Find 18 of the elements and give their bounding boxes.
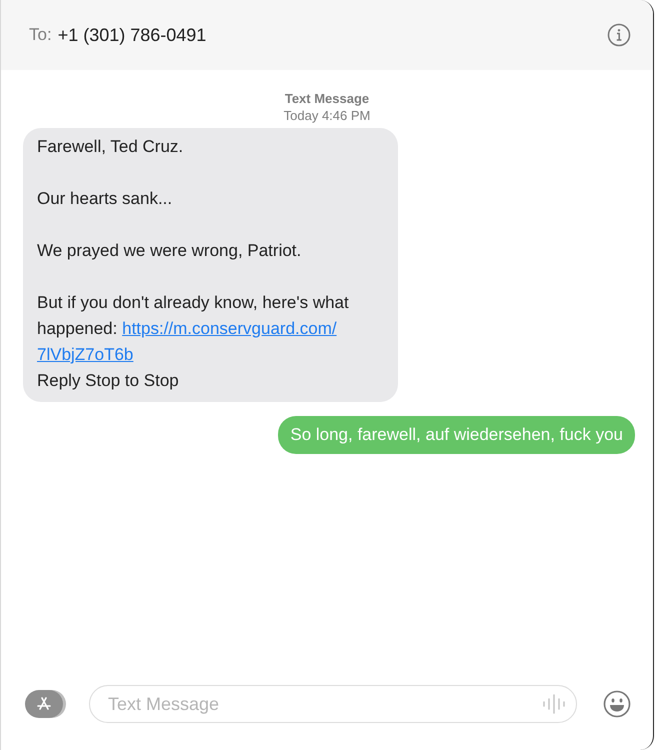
emoji-icon[interactable] xyxy=(603,690,631,718)
message-service-label: Text Message xyxy=(284,90,370,107)
message-field[interactable]: Text Message xyxy=(89,685,577,723)
message-timestamp: Today 4:46 PM xyxy=(284,107,370,124)
message-text: Reply Stop to Stop xyxy=(37,370,180,392)
recipient-number: +1 (301) 786-0491 xyxy=(58,24,208,46)
message-text: So long, farewell, auf wiedersehen, fuck you xyxy=(290,424,623,446)
message-text: Our hearts sank... xyxy=(37,188,174,210)
message-input[interactable]: Text Message xyxy=(106,692,542,716)
message-text: Farewell, Ted Cruz. xyxy=(37,136,184,158)
app-store-icon xyxy=(36,696,52,712)
app-store-button[interactable] xyxy=(25,690,63,718)
to-label: To: xyxy=(29,25,52,45)
message-text: We prayed we were wrong, Patriot. xyxy=(37,240,302,262)
message-text: But if you don't already know, here's what happened: https://m.conservguard.com/ 7lVbjZ7oT6b xyxy=(37,292,350,366)
message-link[interactable]: https://m.conservguard.com/ xyxy=(122,319,337,338)
info-icon[interactable] xyxy=(607,23,631,47)
message-link[interactable]: 7lVbjZ7oT6b xyxy=(37,345,134,364)
